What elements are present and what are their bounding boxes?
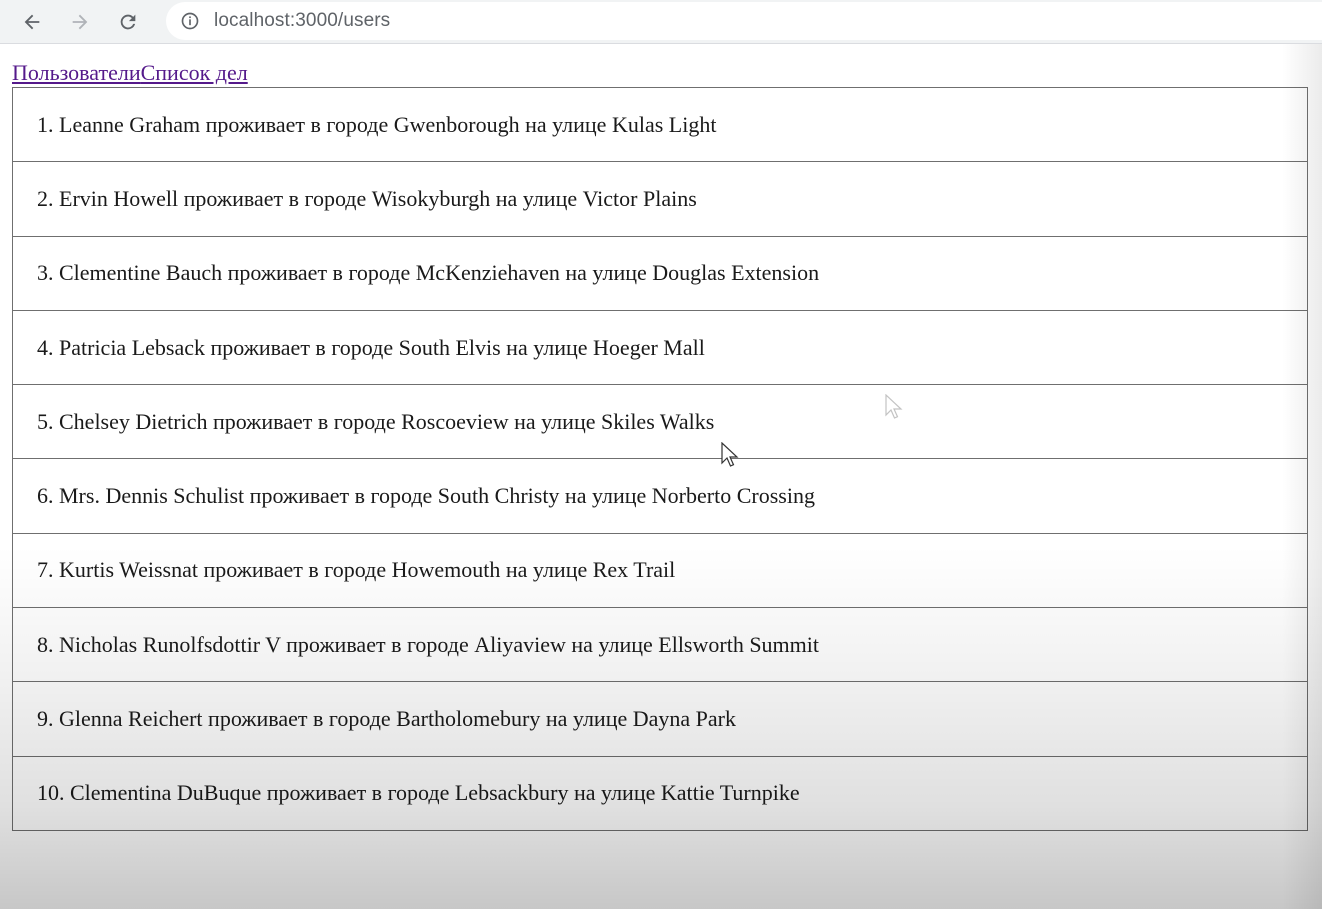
forward-arrow-icon (72, 14, 88, 29)
user-list: 1. Leanne Graham проживает в городе Gwen… (12, 87, 1308, 831)
list-item: 3. Clementine Bauch проживает в городе M… (12, 235, 1308, 311)
todos-link[interactable]: Список дел (141, 60, 248, 85)
top-navigation: ПользователиСписок дел (12, 60, 248, 86)
reload-icon (120, 14, 136, 29)
list-item: 9. Glenna Reichert проживает в городе Ba… (12, 681, 1308, 757)
info-icon[interactable] (180, 11, 200, 31)
list-item: 10. Clementina DuBuque проживает в город… (12, 755, 1308, 831)
forward-button[interactable] (62, 4, 98, 40)
back-arrow-icon (24, 14, 40, 29)
list-item: 8. Nicholas Runolfsdottir V проживает в … (12, 607, 1308, 683)
list-item: 5. Chelsey Dietrich проживает в городе R… (12, 384, 1308, 460)
browser-toolbar: localhost:3000/users (0, 0, 1322, 44)
list-item: 2. Ervin Howell проживает в городе Wisok… (12, 161, 1308, 237)
page-content: ПользователиСписок дел 1. Leanne Graham … (0, 44, 1322, 909)
url-text[interactable]: localhost:3000/users (214, 10, 390, 32)
users-link[interactable]: Пользователи (12, 60, 141, 85)
list-item: 6. Mrs. Dennis Schulist проживает в горо… (12, 458, 1308, 534)
list-item: 1. Leanne Graham проживает в городе Gwen… (12, 87, 1308, 163)
list-item: 4. Patricia Lebsack проживает в городе S… (12, 309, 1308, 386)
back-button[interactable] (14, 4, 50, 40)
list-item: 7. Kurtis Weissnat проживает в городе Ho… (12, 532, 1308, 609)
reload-button[interactable] (110, 4, 146, 40)
address-bar[interactable]: localhost:3000/users (166, 2, 1322, 40)
